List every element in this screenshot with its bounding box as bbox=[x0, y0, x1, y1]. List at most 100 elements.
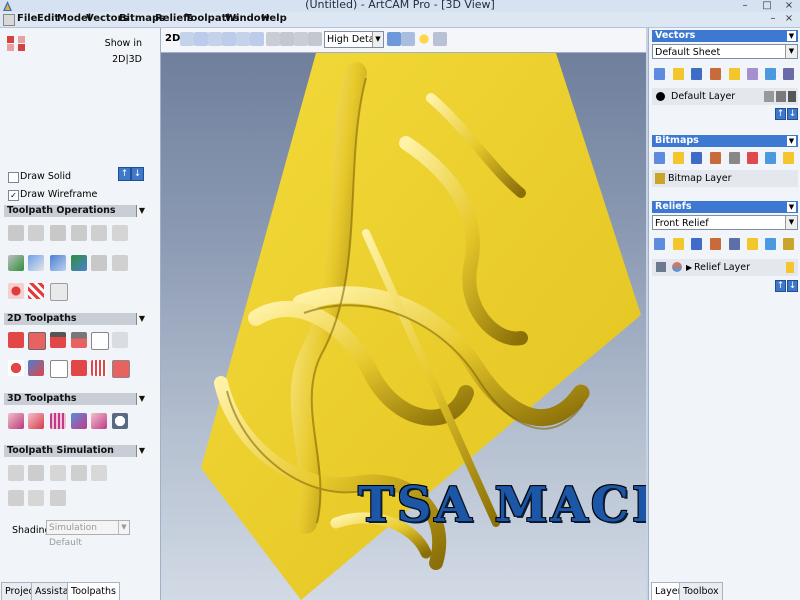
chevron-down-icon[interactable]: ▼ bbox=[136, 445, 147, 457]
open-layer-icon[interactable] bbox=[673, 68, 684, 80]
shading-select[interactable]: Simulation Default ▼ bbox=[46, 520, 130, 548]
maximize-button[interactable]: □ bbox=[756, 0, 778, 12]
profiling-icon[interactable] bbox=[8, 332, 24, 348]
toolpath-operations-header[interactable]: Toolpath Operations ▼ bbox=[4, 205, 147, 217]
simulation-colors-icon[interactable] bbox=[50, 490, 66, 506]
close-button[interactable]: × bbox=[778, 0, 800, 12]
chevron-down-icon[interactable]: ▼ bbox=[787, 136, 796, 146]
chevron-down-icon[interactable]: ▼ bbox=[785, 45, 797, 58]
rotate-view-icon[interactable] bbox=[180, 32, 194, 46]
bitmap-color-icon[interactable] bbox=[747, 152, 758, 164]
chevron-down-icon[interactable]: ▼ bbox=[785, 216, 797, 229]
zoom-in-icon[interactable] bbox=[208, 32, 222, 46]
feature-machining-icon[interactable] bbox=[71, 360, 87, 376]
relief-select[interactable]: Front Relief ▼ bbox=[652, 215, 798, 230]
duplicate-relief-layer-icon[interactable] bbox=[710, 238, 721, 250]
simulation-to-relief-icon[interactable] bbox=[91, 465, 107, 481]
drilling-icon[interactable] bbox=[112, 332, 128, 348]
expand-icon[interactable]: ▶ bbox=[686, 259, 692, 276]
toolpath-simulation-header[interactable]: Toolpath Simulation ▼ bbox=[4, 445, 147, 457]
vector-sheet-select[interactable]: Default Sheet ▼ bbox=[652, 44, 798, 59]
tool-database-icon[interactable] bbox=[50, 255, 66, 271]
bitmap-layer-row[interactable]: Bitmap Layer bbox=[652, 170, 798, 187]
machine-relief-3d-icon[interactable] bbox=[8, 413, 24, 429]
lighting-bulb-icon[interactable] bbox=[417, 32, 431, 46]
layer-color-icon[interactable] bbox=[656, 92, 665, 101]
texture-toolpath-icon[interactable] bbox=[112, 360, 130, 378]
duplicate-layer-icon[interactable] bbox=[710, 68, 721, 80]
move-up-button[interactable]: ↑ bbox=[118, 167, 131, 181]
save-layer-icon[interactable] bbox=[691, 68, 702, 80]
v-bit-carving-icon[interactable] bbox=[50, 332, 66, 348]
save-toolpaths-icon[interactable] bbox=[112, 225, 128, 241]
document-menu-icon[interactable] bbox=[3, 14, 15, 26]
machine-setup-icon[interactable] bbox=[8, 283, 24, 299]
menu-edit[interactable]: Edit bbox=[37, 13, 59, 24]
pin-panel-icon[interactable] bbox=[6, 34, 28, 54]
chevron-down-icon[interactable]: ▼ bbox=[372, 32, 383, 47]
mdi-close-button[interactable]: × bbox=[778, 13, 800, 25]
machine-relief-icon[interactable] bbox=[28, 360, 44, 376]
toolpath-report-icon[interactable] bbox=[50, 283, 68, 301]
export-simulation-icon[interactable] bbox=[8, 490, 24, 506]
chevron-down-icon[interactable]: ▼ bbox=[136, 313, 147, 325]
relief-mode-icon[interactable] bbox=[672, 262, 682, 272]
detail-select[interactable]: High Detail ▼ bbox=[324, 31, 384, 48]
simulation-settings-icon[interactable] bbox=[28, 490, 44, 506]
area-clearance-icon[interactable] bbox=[28, 332, 46, 350]
lock-icon[interactable] bbox=[764, 91, 774, 102]
draw-wireframe-checkbox[interactable]: ✓ bbox=[8, 190, 19, 201]
material-color-icon[interactable] bbox=[387, 32, 401, 46]
z-level-roughing-icon[interactable] bbox=[28, 413, 44, 429]
calculate-toolpaths-icon[interactable] bbox=[8, 225, 24, 241]
save-bitmap-icon[interactable] bbox=[691, 152, 702, 164]
draw-solid-checkbox[interactable] bbox=[8, 172, 19, 183]
2d-view-button[interactable]: 2D bbox=[165, 33, 180, 44]
zoom-out-icon[interactable] bbox=[222, 32, 236, 46]
smart-engraving-icon[interactable] bbox=[91, 332, 109, 350]
relief-layer-bulb-icon[interactable] bbox=[786, 262, 794, 273]
tool-groups-icon[interactable] bbox=[71, 255, 87, 271]
new-layer-icon[interactable] bbox=[654, 68, 665, 80]
reliefs-header[interactable]: Reliefs ▼ bbox=[652, 201, 798, 213]
relief-properties-icon[interactable] bbox=[729, 238, 740, 250]
light-settings-icon[interactable] bbox=[401, 32, 415, 46]
vectors-header[interactable]: Vectors ▼ bbox=[652, 30, 798, 42]
chevron-down-icon[interactable]: ▼ bbox=[787, 202, 796, 212]
chevron-down-icon[interactable]: ▼ bbox=[136, 205, 147, 217]
post-processor-icon[interactable] bbox=[112, 255, 128, 271]
show-in-value[interactable]: 2D|3D bbox=[112, 54, 142, 65]
delete-simulation-icon[interactable] bbox=[71, 465, 87, 481]
sort-toolpaths-icon[interactable] bbox=[91, 255, 107, 271]
move-down-button[interactable]: ↓ bbox=[787, 280, 798, 292]
pan-view-icon[interactable] bbox=[194, 32, 208, 46]
drilling-points-icon[interactable] bbox=[28, 283, 44, 299]
new-relief-layer-icon[interactable] bbox=[654, 238, 665, 250]
inspect-toolpath-icon[interactable] bbox=[112, 413, 128, 429]
toolpaths-2d-header[interactable]: 2D Toolpaths ▼ bbox=[4, 313, 147, 325]
3d-view[interactable]: TSA MACHINE bbox=[161, 53, 646, 600]
relief-bulb-icon[interactable] bbox=[747, 238, 758, 250]
rest-machining-icon[interactable] bbox=[71, 413, 87, 429]
relief-visibility-icon[interactable] bbox=[783, 238, 794, 250]
save-relief-layer-icon[interactable] bbox=[691, 238, 702, 250]
delete-layer-icon[interactable] bbox=[765, 68, 776, 80]
delete-bitmap-icon[interactable] bbox=[765, 152, 776, 164]
merge-toolpaths-icon[interactable] bbox=[50, 225, 66, 241]
pencil-machining-icon[interactable] bbox=[91, 413, 107, 429]
material-setup-icon[interactable] bbox=[28, 255, 44, 271]
move-up-button[interactable]: ↑ bbox=[775, 108, 786, 120]
move-up-button[interactable]: ↑ bbox=[775, 280, 786, 292]
pen-icon[interactable] bbox=[776, 91, 786, 102]
chevron-down-icon[interactable]: ▼ bbox=[136, 393, 147, 405]
view-iso-icon[interactable] bbox=[308, 32, 322, 46]
transform-toolpath-icon[interactable] bbox=[71, 225, 87, 241]
chevron-down-icon[interactable]: ▼ bbox=[787, 31, 796, 41]
draw-toolpath-icon[interactable] bbox=[433, 32, 447, 46]
delete-relief-layer-icon[interactable] bbox=[765, 238, 776, 250]
duplicate-bitmap-icon[interactable] bbox=[710, 152, 721, 164]
view-front-icon[interactable] bbox=[266, 32, 280, 46]
simulate-toolpath-icon[interactable] bbox=[8, 465, 24, 481]
engraving-icon[interactable] bbox=[91, 360, 107, 376]
layer-visibility-icon[interactable] bbox=[783, 68, 794, 80]
